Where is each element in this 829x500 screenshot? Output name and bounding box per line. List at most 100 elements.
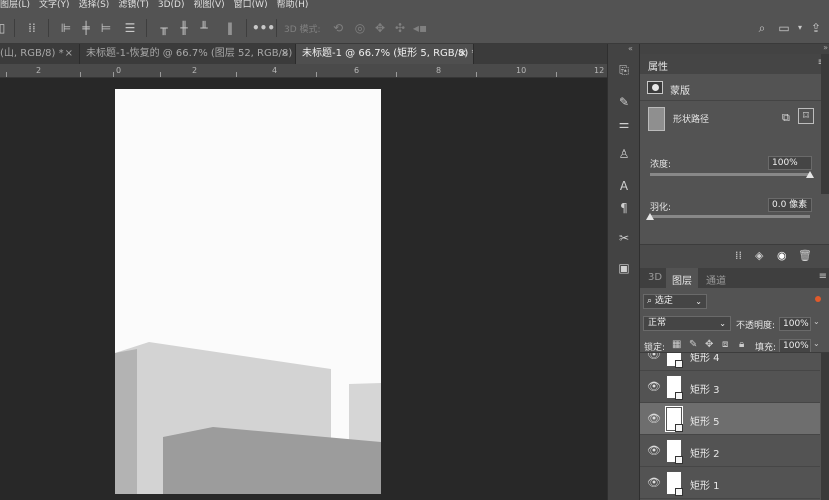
- layer-name[interactable]: 矩形 2: [690, 445, 720, 460]
- feather-field[interactable]: 0.0 像素: [768, 198, 812, 212]
- grid-icon[interactable]: ⁞⁞: [24, 20, 40, 36]
- distribute-vertical-icon[interactable]: ‖: [222, 20, 238, 36]
- tab-recovered-doc[interactable]: 未标题-1-恢复的 @ 66.7% (图层 52, RGB/8) * ×: [80, 44, 296, 64]
- tab-mountain-doc[interactable]: (山, RGB/8) * ×: [0, 44, 80, 64]
- tab-layers[interactable]: 图层: [672, 272, 692, 287]
- layer-row[interactable]: 👁︎ 矩形 2: [640, 435, 820, 467]
- more-options-icon[interactable]: •••: [252, 20, 275, 36]
- density-field[interactable]: 100%: [768, 156, 812, 170]
- collapse-icon[interactable]: «: [628, 44, 633, 53]
- opacity-field[interactable]: 100%: [779, 317, 811, 331]
- tools-icon[interactable]: ✂: [616, 230, 632, 246]
- add-mask-icon[interactable]: ⌑: [798, 108, 814, 124]
- character-icon[interactable]: A: [616, 178, 632, 194]
- tab-channels[interactable]: 通道: [706, 272, 726, 287]
- distribute-horizontal-icon[interactable]: ☰: [122, 20, 138, 36]
- divider: [146, 19, 147, 37]
- lock-all-icon[interactable]: 🔒︎: [739, 339, 744, 350]
- roll-3d-icon[interactable]: ◎: [352, 20, 368, 36]
- search-icon[interactable]: ⌕: [754, 20, 770, 36]
- workspace-icon[interactable]: ▭: [776, 20, 792, 36]
- ruler-label: 4: [272, 66, 278, 75]
- layers-scrollbar[interactable]: [821, 353, 829, 500]
- layer-row[interactable]: 👁︎ 矩形 3: [640, 371, 820, 403]
- selection-icon[interactable]: ⁞⁞: [735, 249, 742, 262]
- menu-item-window[interactable]: 窗口(W): [234, 0, 268, 11]
- lock-transparent-icon[interactable]: ▦: [672, 339, 681, 350]
- menu-item-layer[interactable]: 图层(L): [0, 0, 30, 11]
- tab-active-doc[interactable]: 未标题-1 @ 66.7% (矩形 5, RGB/8) * ×: [296, 44, 474, 64]
- feather-slider[interactable]: [650, 215, 810, 218]
- eye-icon[interactable]: 👁︎: [647, 353, 661, 361]
- brush-icon[interactable]: ✎: [616, 94, 632, 110]
- density-slider-thumb[interactable]: [806, 171, 814, 178]
- eye-icon[interactable]: 👁︎: [647, 380, 661, 393]
- align-center-icon[interactable]: ╪: [78, 20, 94, 36]
- paragraph-icon[interactable]: ¶: [616, 200, 632, 216]
- collapse-icon[interactable]: »: [823, 43, 828, 52]
- align-top-icon[interactable]: ╥: [156, 20, 172, 36]
- align-right-icon[interactable]: ⊨: [98, 20, 114, 36]
- menu-item-type[interactable]: 文字(Y): [39, 0, 70, 11]
- properties-scrollbar[interactable]: [821, 54, 829, 194]
- layer-row[interactable]: 👁︎ 矩形 4: [640, 353, 820, 371]
- menu-item-filter[interactable]: 滤镜(T): [118, 0, 149, 11]
- link-icon: [675, 456, 683, 464]
- navigator-icon[interactable]: ▣: [616, 260, 632, 276]
- layer-row-selected[interactable]: 👁︎ 矩形 5: [640, 403, 820, 435]
- vector-mask-thumbnail[interactable]: [648, 107, 665, 131]
- close-icon[interactable]: ×: [65, 44, 73, 64]
- close-icon[interactable]: ×: [459, 44, 467, 64]
- eye-icon[interactable]: 👁︎: [647, 476, 661, 489]
- chevron-down-icon[interactable]: ⌄: [813, 339, 820, 348]
- eye-icon[interactable]: 👁︎: [647, 444, 661, 457]
- layer-row[interactable]: 👁︎ 矩形 1: [640, 467, 820, 499]
- feather-slider-thumb[interactable]: [646, 213, 654, 220]
- scale-3d-icon[interactable]: ◂▪: [412, 20, 428, 36]
- stamp-icon[interactable]: ♙: [616, 146, 632, 162]
- layer-name[interactable]: 矩形 4: [690, 353, 720, 364]
- adjustments-icon[interactable]: ⚌: [616, 116, 632, 132]
- share-icon[interactable]: ⇪: [808, 20, 824, 36]
- filter-toggle-indicator[interactable]: [815, 296, 821, 302]
- slide-3d-icon[interactable]: ✣: [392, 20, 408, 36]
- density-slider[interactable]: [650, 173, 810, 176]
- menu-item-help[interactable]: 帮助(H): [277, 0, 309, 11]
- link-icon: [675, 392, 683, 400]
- menu-item-select[interactable]: 选择(S): [79, 0, 110, 11]
- divider: [48, 19, 49, 37]
- layer-name[interactable]: 矩形 1: [690, 477, 720, 492]
- align-left-icon[interactable]: ⊫: [58, 20, 74, 36]
- orbit-3d-icon[interactable]: ⟲: [330, 20, 346, 36]
- chevron-down-icon[interactable]: ▾: [792, 20, 808, 36]
- blend-mode-select[interactable]: 正常 ⌄: [643, 316, 731, 331]
- transform-controls-icon[interactable]: ▯: [0, 20, 10, 36]
- history-icon[interactable]: ⎘: [616, 62, 632, 78]
- eye-icon[interactable]: 👁︎: [647, 412, 661, 425]
- lock-artboard-icon[interactable]: ⧈: [722, 339, 728, 350]
- layer-name[interactable]: 矩形 5: [690, 413, 720, 428]
- horizontal-ruler[interactable]: 2 0 2 4 6 8 10 12: [0, 64, 607, 78]
- fill-field[interactable]: 100%: [779, 339, 811, 353]
- align-middle-icon[interactable]: ╫: [176, 20, 192, 36]
- menu-item-3d[interactable]: 3D(D): [158, 0, 185, 11]
- menu-item-view[interactable]: 视图(V): [193, 0, 224, 11]
- trash-icon[interactable]: 🗑: [798, 249, 812, 262]
- align-bottom-icon[interactable]: ╨: [196, 20, 212, 36]
- tab-3d[interactable]: 3D: [648, 272, 662, 283]
- apply-mask-icon[interactable]: ◈: [755, 249, 763, 262]
- lock-position-icon[interactable]: ✥: [705, 339, 713, 350]
- close-icon[interactable]: ×: [281, 44, 289, 64]
- pan-3d-icon[interactable]: ✥: [372, 20, 388, 36]
- load-selection-icon[interactable]: ⧉: [782, 111, 790, 125]
- chevron-down-icon[interactable]: ⌄: [813, 317, 820, 326]
- properties-tab[interactable]: 属性: [648, 58, 668, 73]
- document-canvas[interactable]: [115, 89, 381, 494]
- layer-name[interactable]: 矩形 3: [690, 381, 720, 396]
- visibility-icon[interactable]: ◉: [777, 249, 787, 262]
- layer-filter-select[interactable]: ⌕ 选定 ⌄: [643, 294, 707, 309]
- panel-menu-icon[interactable]: ≡: [819, 271, 827, 282]
- layer-thumbnail: [665, 406, 683, 432]
- ruler-tick: [396, 72, 397, 77]
- lock-image-icon[interactable]: ✎: [689, 339, 697, 350]
